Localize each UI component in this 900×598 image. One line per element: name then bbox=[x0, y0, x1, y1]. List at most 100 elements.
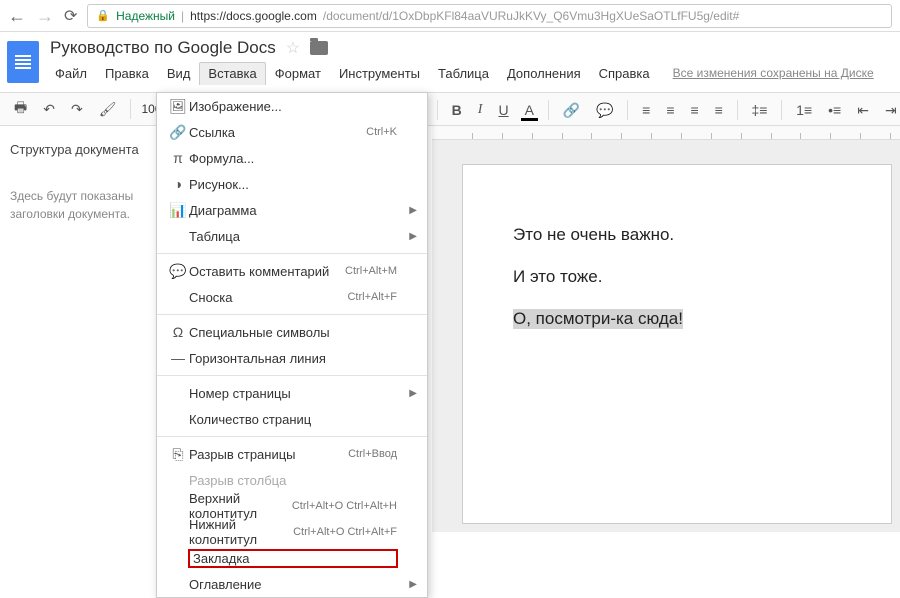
menu-item-9[interactable]: —Горизонтальная линия bbox=[157, 345, 427, 371]
menu-item-shortcut: Ctrl+Ввод bbox=[348, 448, 397, 460]
reload-icon[interactable]: ⟳ bbox=[64, 6, 77, 26]
url-path: /document/d/1OxDbpKFl84aaVURuJkKVy_Q6Vmu… bbox=[323, 9, 739, 23]
document-page[interactable]: Это не очень важно. И это тоже. О, посмо… bbox=[462, 164, 892, 524]
menu-item-label: Номер страницы bbox=[189, 386, 397, 401]
menu-item-label: Оглавление bbox=[189, 577, 397, 592]
line-spacing-icon[interactable]: ‡≡ bbox=[748, 100, 772, 120]
menu-item-13: Разрыв столбца bbox=[157, 467, 427, 493]
menu-item-16[interactable]: Закладка bbox=[157, 545, 427, 571]
browser-bar: ← → ⟳ 🔒 Надежный | https://docs.google.c… bbox=[0, 0, 900, 32]
page-line-3-selected[interactable]: О, посмотри-ка сюда! bbox=[513, 309, 683, 329]
align-right-icon[interactable]: ≡ bbox=[687, 100, 703, 120]
lock-icon: 🔒 bbox=[96, 9, 110, 22]
comment-icon[interactable]: 💬 bbox=[592, 100, 617, 121]
italic-button[interactable]: I bbox=[474, 100, 487, 120]
menu-item-4[interactable]: 📊Диаграмма▶ bbox=[157, 197, 427, 223]
menu-item-icon: ⎘ bbox=[167, 446, 189, 463]
menu-item-label: Разрыв столбца bbox=[189, 473, 397, 488]
underline-button[interactable]: U bbox=[494, 100, 512, 120]
menu-item-label: Рисунок... bbox=[189, 177, 397, 192]
menu-item-icon: Ω bbox=[167, 324, 189, 340]
outline-title: Структура документа bbox=[10, 142, 146, 157]
outline-empty-text: Здесь будут показаны заголовки документа… bbox=[10, 187, 146, 223]
menu-item-14[interactable]: Верхний колонтитулCtrl+Alt+O Ctrl+Alt+H bbox=[157, 493, 427, 519]
menu-item-5[interactable]: Таблица▶ bbox=[157, 223, 427, 249]
page-line-1[interactable]: Это не очень важно. bbox=[513, 225, 881, 245]
menu-item-icon: 💬 bbox=[167, 263, 189, 280]
menu-item-icon: 🖼 bbox=[167, 98, 189, 115]
menu-item-11[interactable]: Количество страниц bbox=[157, 406, 427, 432]
align-center-icon[interactable]: ≡ bbox=[662, 100, 678, 120]
menu-item-label: Нижний колонтитул bbox=[189, 517, 293, 547]
menu-item-label: Разрыв страницы bbox=[189, 447, 348, 462]
ruler[interactable] bbox=[432, 126, 900, 140]
url-bar[interactable]: 🔒 Надежный | https://docs.google.com/doc… bbox=[87, 4, 892, 28]
menu-item-label: Формула... bbox=[189, 151, 397, 166]
menu-item-8[interactable]: ΩСпециальные символы bbox=[157, 319, 427, 345]
menu-дополнения[interactable]: Дополнения bbox=[498, 62, 590, 85]
menu-item-shortcut: Ctrl+Alt+M bbox=[345, 265, 397, 277]
docs-logo[interactable] bbox=[0, 32, 46, 92]
menu-item-label: Таблица bbox=[189, 229, 397, 244]
toolbar: 🖶 ↶ ↷ 🖌 100 B I U A 🔗 💬 ≡ ≡ ≡ ≡ ‡≡ 1≡ •≡… bbox=[0, 92, 900, 126]
indent-icon[interactable]: ⇥ bbox=[881, 100, 900, 121]
menu-справка[interactable]: Справка bbox=[590, 62, 659, 85]
submenu-arrow-icon: ▶ bbox=[409, 205, 417, 216]
save-status[interactable]: Все изменения сохранены на Диске bbox=[673, 62, 874, 85]
menu-item-12[interactable]: ⎘Разрыв страницыCtrl+Ввод bbox=[157, 441, 427, 467]
menu-item-shortcut: Ctrl+Alt+F bbox=[347, 291, 397, 303]
numbered-list-icon[interactable]: 1≡ bbox=[792, 100, 816, 120]
undo-icon[interactable]: ↶ bbox=[39, 99, 59, 120]
menu-item-0[interactable]: 🖼Изображение... bbox=[157, 93, 427, 119]
menu-таблица[interactable]: Таблица bbox=[429, 62, 498, 85]
menu-item-icon: 📊 bbox=[167, 202, 189, 219]
insert-menu-dropdown: 🖼Изображение...🔗СсылкаCtrl+KπФормула...◑… bbox=[156, 92, 428, 598]
menu-item-label: Специальные символы bbox=[189, 325, 397, 340]
menu-инструменты[interactable]: Инструменты bbox=[330, 62, 429, 85]
docs-header: Руководство по Google Docs ☆ ФайлПравкаВ… bbox=[0, 32, 900, 92]
secure-label: Надежный bbox=[116, 9, 175, 23]
paint-format-icon[interactable]: 🖌 bbox=[95, 99, 121, 120]
menu-item-shortcut: Ctrl+Alt+O Ctrl+Alt+H bbox=[292, 500, 397, 512]
text-color-button[interactable]: A bbox=[521, 100, 538, 121]
redo-icon[interactable]: ↷ bbox=[67, 99, 87, 120]
menu-item-17[interactable]: Оглавление ▶ bbox=[157, 571, 427, 597]
menu-вставка[interactable]: Вставка bbox=[199, 62, 265, 85]
folder-icon[interactable] bbox=[310, 41, 328, 55]
bold-button[interactable]: B bbox=[448, 100, 466, 120]
page-line-2[interactable]: И это тоже. bbox=[513, 267, 881, 287]
forward-icon: → bbox=[36, 7, 54, 25]
menu-item-icon: — bbox=[167, 350, 189, 366]
outdent-icon[interactable]: ⇤ bbox=[853, 100, 873, 121]
menu-правка[interactable]: Правка bbox=[96, 62, 158, 85]
submenu-arrow-icon: ▶ bbox=[409, 579, 417, 590]
menu-item-label: Количество страниц bbox=[189, 412, 397, 427]
menu-item-label: Сноска bbox=[189, 290, 347, 305]
menu-item-2[interactable]: πФормула... bbox=[157, 145, 427, 171]
print-icon[interactable]: 🖶 bbox=[10, 95, 31, 123]
star-icon[interactable]: ☆ bbox=[286, 38, 300, 58]
submenu-arrow-icon: ▶ bbox=[409, 388, 417, 399]
back-icon[interactable]: ← bbox=[8, 7, 26, 25]
align-left-icon[interactable]: ≡ bbox=[638, 100, 654, 120]
doc-title[interactable]: Руководство по Google Docs bbox=[50, 38, 276, 58]
menu-item-label: Изображение... bbox=[189, 99, 397, 114]
menu-формат[interactable]: Формат bbox=[266, 62, 330, 85]
menubar: ФайлПравкаВидВставкаФорматИнструментыТаб… bbox=[46, 62, 900, 85]
url-host: https://docs.google.com bbox=[190, 9, 317, 23]
menu-item-3[interactable]: ◑Рисунок... bbox=[157, 171, 427, 197]
menu-item-10[interactable]: Номер страницы ▶ bbox=[157, 380, 427, 406]
menu-item-7[interactable]: СноскаCtrl+Alt+F bbox=[157, 284, 427, 310]
menu-item-15[interactable]: Нижний колонтитулCtrl+Alt+O Ctrl+Alt+F bbox=[157, 519, 427, 545]
page-area: Это не очень важно. И это тоже. О, посмо… bbox=[432, 140, 900, 532]
menu-item-6[interactable]: 💬Оставить комментарийCtrl+Alt+M bbox=[157, 258, 427, 284]
bulleted-list-icon[interactable]: •≡ bbox=[824, 100, 845, 120]
menu-item-label: Горизонтальная линия bbox=[189, 351, 397, 366]
menu-файл[interactable]: Файл bbox=[46, 62, 96, 85]
menu-item-1[interactable]: 🔗СсылкаCtrl+K bbox=[157, 119, 427, 145]
align-justify-icon[interactable]: ≡ bbox=[711, 100, 727, 120]
link-icon[interactable]: 🔗 bbox=[559, 100, 584, 121]
menu-вид[interactable]: Вид bbox=[158, 62, 200, 85]
outline-pane: Структура документа Здесь будут показаны… bbox=[0, 126, 156, 239]
menu-item-icon: ◑ bbox=[167, 176, 189, 192]
